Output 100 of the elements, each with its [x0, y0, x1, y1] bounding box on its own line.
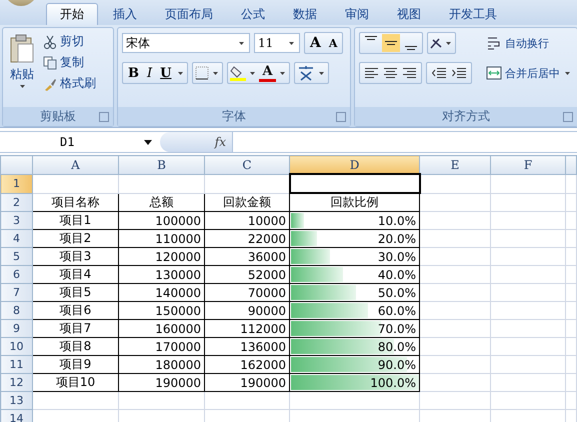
table-cell: 190000: [155, 376, 201, 390]
border-icon: [195, 66, 210, 80]
table-cell: 136000: [240, 340, 286, 354]
table-cell: 140000: [155, 286, 201, 300]
table-cell: 90.0%: [378, 358, 416, 372]
table-cell: 项目3: [60, 249, 92, 263]
fill-color-icon[interactable]: [230, 65, 246, 81]
table-cell: 80.0%: [378, 340, 416, 354]
align-icon: [365, 36, 377, 40]
merge-cells-icon: [486, 65, 502, 81]
font-name-field[interactable]: 宋体: [122, 33, 250, 53]
table-cell: 112000: [240, 322, 286, 336]
insert-function-button[interactable]: fx: [212, 135, 228, 149]
font-size-field[interactable]: 11: [254, 33, 300, 53]
underline-button[interactable]: U: [157, 66, 174, 80]
copy-icon: [43, 56, 57, 70]
caret-icon: [250, 72, 256, 74]
table-cell: 22000: [248, 232, 286, 246]
shrink-font-button[interactable]: A: [326, 36, 340, 50]
caret-icon: [446, 42, 451, 44]
table-cell: 回款比例: [330, 195, 378, 209]
column-header[interactable]: F: [490, 156, 566, 174]
bold-button[interactable]: B: [125, 66, 142, 80]
border-button[interactable]: [192, 62, 224, 84]
table-cell: 170000: [155, 340, 201, 354]
table-cell: 36000: [248, 250, 286, 264]
row-header[interactable]: 9: [0, 320, 32, 338]
table-cell: 项目9: [60, 357, 92, 371]
caret-icon: [20, 85, 24, 88]
row-header[interactable]: 12: [0, 374, 32, 392]
table-cell: 项目1: [60, 213, 92, 227]
horizontal-align-icon[interactable]: [365, 68, 378, 78]
table-cell: 项目7: [60, 321, 92, 335]
orientation-button[interactable]: [427, 32, 456, 54]
caret-icon: [565, 72, 570, 74]
ribbon-tab[interactable]: 视图: [384, 3, 434, 25]
ribbon-tab[interactable]: 页面布局: [152, 3, 226, 25]
column-header[interactable]: B: [118, 156, 204, 174]
table-cell: 70.0%: [378, 322, 416, 336]
wrap-text-button[interactable]: 自动换行: [484, 34, 574, 52]
ribbon-tab[interactable]: 公式: [228, 3, 278, 25]
copy-button[interactable]: 复制: [41, 53, 98, 72]
table-cell: 项目6: [60, 303, 92, 317]
row-header[interactable]: 11: [0, 356, 32, 374]
middle-align-button[interactable]: [382, 34, 400, 52]
table-cell: 回款金额: [223, 194, 271, 209]
align-icon: [385, 41, 397, 45]
row-header[interactable]: 14: [0, 410, 32, 422]
row-header[interactable]: 6: [0, 266, 32, 284]
table-cell: 130000: [155, 268, 201, 282]
grow-font-button[interactable]: A: [307, 35, 324, 51]
ribbon-tab[interactable]: 审阅: [332, 3, 382, 25]
row-header[interactable]: 3: [0, 212, 32, 230]
horizontal-align-icon[interactable]: [403, 68, 416, 78]
ribbon-tab[interactable]: 开始: [46, 3, 98, 25]
row-header[interactable]: 7: [0, 284, 32, 302]
table-cell: 110000: [155, 232, 201, 246]
row-header[interactable]: 8: [0, 302, 32, 320]
table-cell: 项目8: [60, 339, 92, 353]
group-title: 字体: [222, 108, 246, 125]
horizontal-align-icon[interactable]: [384, 68, 397, 78]
column-header[interactable]: E: [420, 156, 490, 174]
italic-button[interactable]: I: [144, 66, 156, 80]
format-painter-button[interactable]: 格式刷: [41, 74, 98, 93]
merge-center-button[interactable]: 合并后居中: [484, 64, 574, 82]
table-cell: 100.0%: [370, 376, 416, 390]
paste-button[interactable]: 粘贴: [7, 32, 37, 103]
clipboard-icon: [9, 34, 35, 64]
row-header[interactable]: 2: [0, 193, 32, 212]
caret-icon: [318, 72, 324, 74]
ribbon-tab[interactable]: 插入: [100, 3, 150, 25]
table-cell: 100000: [155, 214, 201, 228]
row-header[interactable]: 10: [0, 338, 32, 356]
row-header[interactable]: 5: [0, 248, 32, 266]
column-header[interactable]: C: [204, 156, 290, 174]
table-cell: 120000: [155, 250, 201, 264]
caret-icon: [239, 42, 244, 44]
column-header[interactable]: A: [32, 156, 118, 174]
table-cell: 60.0%: [378, 304, 416, 318]
ribbon-tab[interactable]: 开发工具: [436, 3, 510, 25]
cut-button[interactable]: 剪切: [41, 32, 98, 51]
decrease-indent-icon[interactable]: [432, 68, 446, 78]
name-box[interactable]: D1: [0, 132, 160, 152]
table-cell: 70000: [248, 286, 286, 300]
table-cell: 项目5: [60, 285, 92, 299]
group-title: 对齐方式: [442, 108, 490, 125]
table-cell: 162000: [240, 358, 286, 372]
phonetic-button[interactable]: [294, 62, 329, 84]
row-header[interactable]: 1: [0, 174, 32, 193]
row-header[interactable]: 13: [0, 392, 32, 410]
ribbon-tab[interactable]: 数据: [280, 3, 330, 25]
caret-icon: [213, 72, 218, 74]
row-header[interactable]: 4: [0, 230, 32, 248]
table-cell: 总额: [150, 194, 174, 209]
table-cell: 项目10: [56, 375, 96, 389]
table-cell: 10000: [248, 214, 286, 228]
column-header[interactable]: D: [290, 156, 420, 174]
increase-indent-icon[interactable]: [452, 68, 466, 78]
font-color-button[interactable]: A: [259, 64, 276, 82]
scissors-icon: [43, 34, 57, 48]
